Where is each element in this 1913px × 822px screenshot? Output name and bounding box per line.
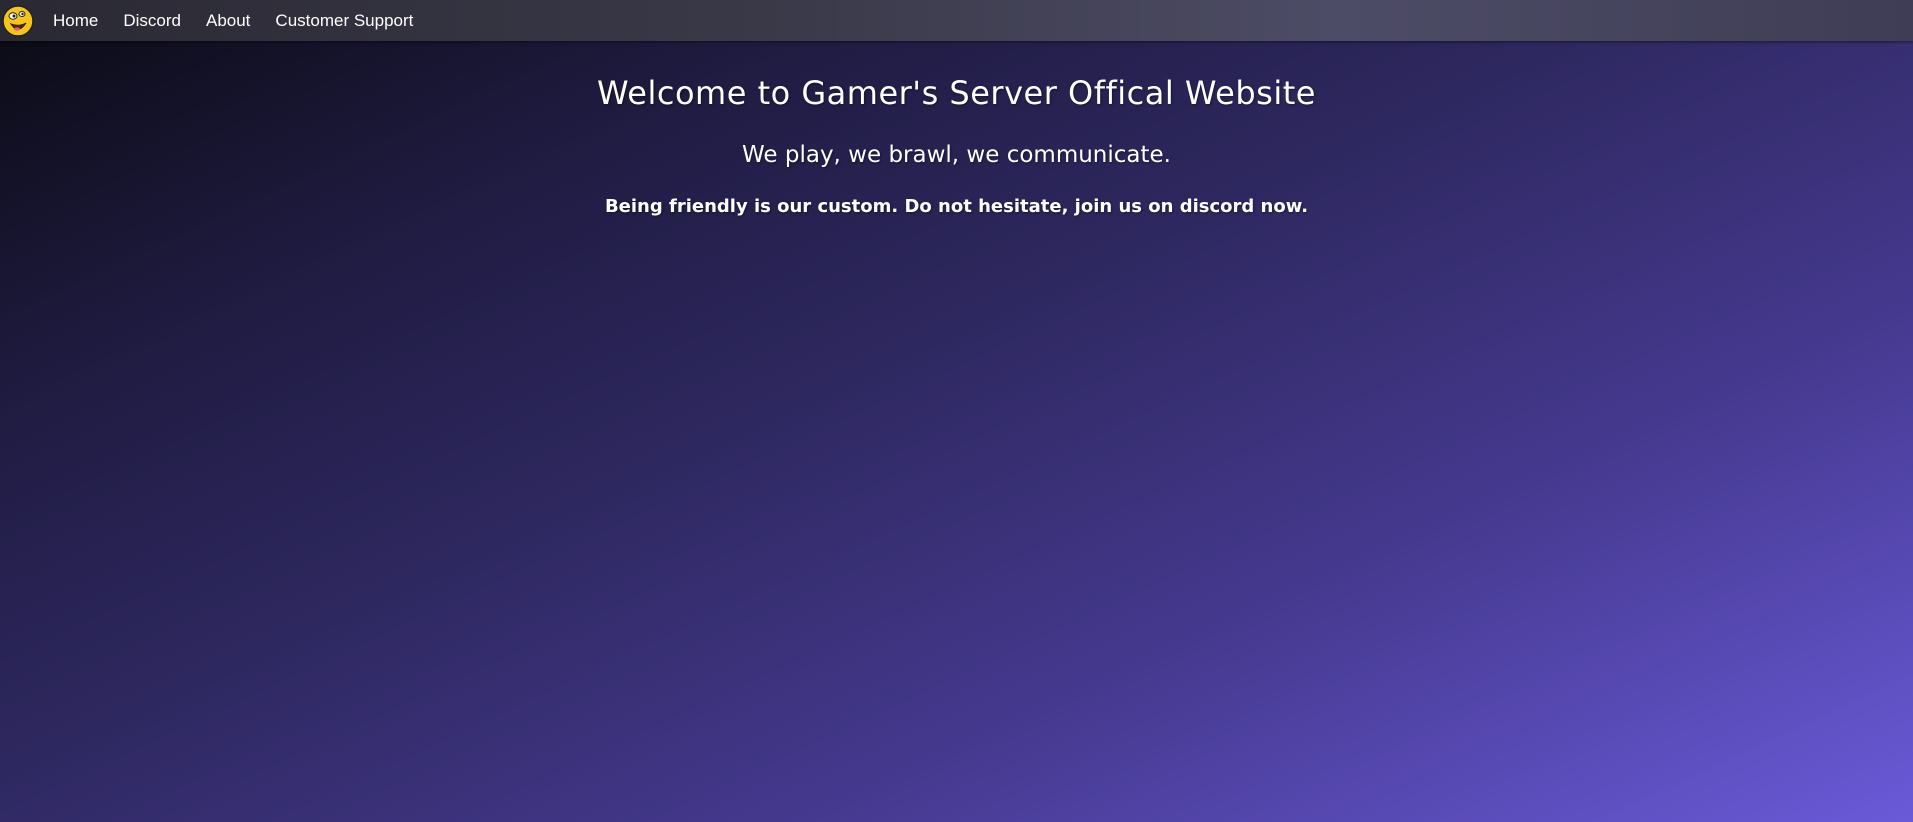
top-navbar: Home Discord About Customer Support	[0, 0, 1913, 41]
nav-link-home[interactable]: Home	[53, 0, 98, 41]
hero-tagline: Being friendly is our custom. Do not hes…	[604, 196, 1309, 217]
nav-link-discord[interactable]: Discord	[123, 0, 181, 41]
nav-link-about[interactable]: About	[206, 0, 250, 41]
hero-subtitle: We play, we brawl, we communicate.	[742, 142, 1171, 168]
hero-title: Welcome to Gamer's Server Offical Websit…	[597, 74, 1316, 112]
nav-link-customer-support[interactable]: Customer Support	[275, 0, 413, 41]
logo-icon[interactable]	[2, 4, 34, 37]
